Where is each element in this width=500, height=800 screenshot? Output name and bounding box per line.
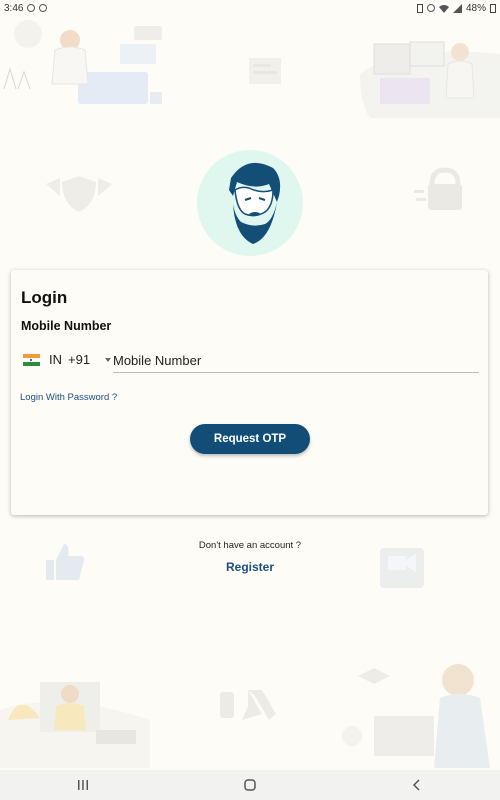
shield-icon-bg [46, 176, 112, 212]
dial-code[interactable]: +91 [68, 352, 90, 367]
status-time: 3:46 [4, 2, 24, 14]
back-icon [412, 779, 420, 791]
back-button[interactable] [397, 770, 437, 800]
home-icon [244, 779, 256, 791]
login-card: Login Mobile Number IN +91 Login With Pa… [11, 270, 488, 515]
home-button[interactable] [230, 770, 270, 800]
login-title: Login [21, 288, 68, 307]
signal-icon [452, 3, 462, 13]
chevron-down-icon[interactable] [105, 358, 111, 362]
country-code-selector[interactable]: IN [49, 352, 62, 367]
background-illustration-top-left [3, 20, 162, 104]
login-with-password-link[interactable]: Login With Password ? [20, 392, 117, 403]
register-link[interactable]: Register [0, 560, 500, 574]
wifi-icon [438, 4, 449, 13]
user-avatar [197, 150, 303, 256]
google-drive-icon-bg [220, 690, 276, 720]
mobile-number-input[interactable] [113, 350, 479, 373]
battery-saver-icon [416, 3, 423, 13]
india-flag-icon [23, 354, 40, 366]
background-illustration-bottom-right [342, 664, 490, 768]
background-illustration-bottom-left [0, 682, 150, 768]
recents-button[interactable] [63, 770, 103, 800]
phone-input-row: IN +91 [21, 350, 479, 373]
battery-icon [490, 3, 496, 13]
whatsapp-icon [39, 4, 48, 12]
recents-icon [78, 780, 89, 790]
hotspot-icon [426, 4, 435, 12]
background-illustration-top-right [360, 41, 500, 118]
request-otp-button[interactable]: Request OTP [190, 424, 310, 454]
lock-icon-bg [414, 167, 462, 210]
battery-percent: 48% [465, 2, 486, 14]
document-icon-bg [249, 58, 281, 84]
notification-icon [27, 4, 36, 12]
mobile-number-label: Mobile Number [21, 319, 112, 333]
system-navigation-bar [0, 770, 500, 800]
no-account-text: Don't have an account ? [198, 540, 302, 551]
bearded-man-icon [229, 162, 281, 244]
